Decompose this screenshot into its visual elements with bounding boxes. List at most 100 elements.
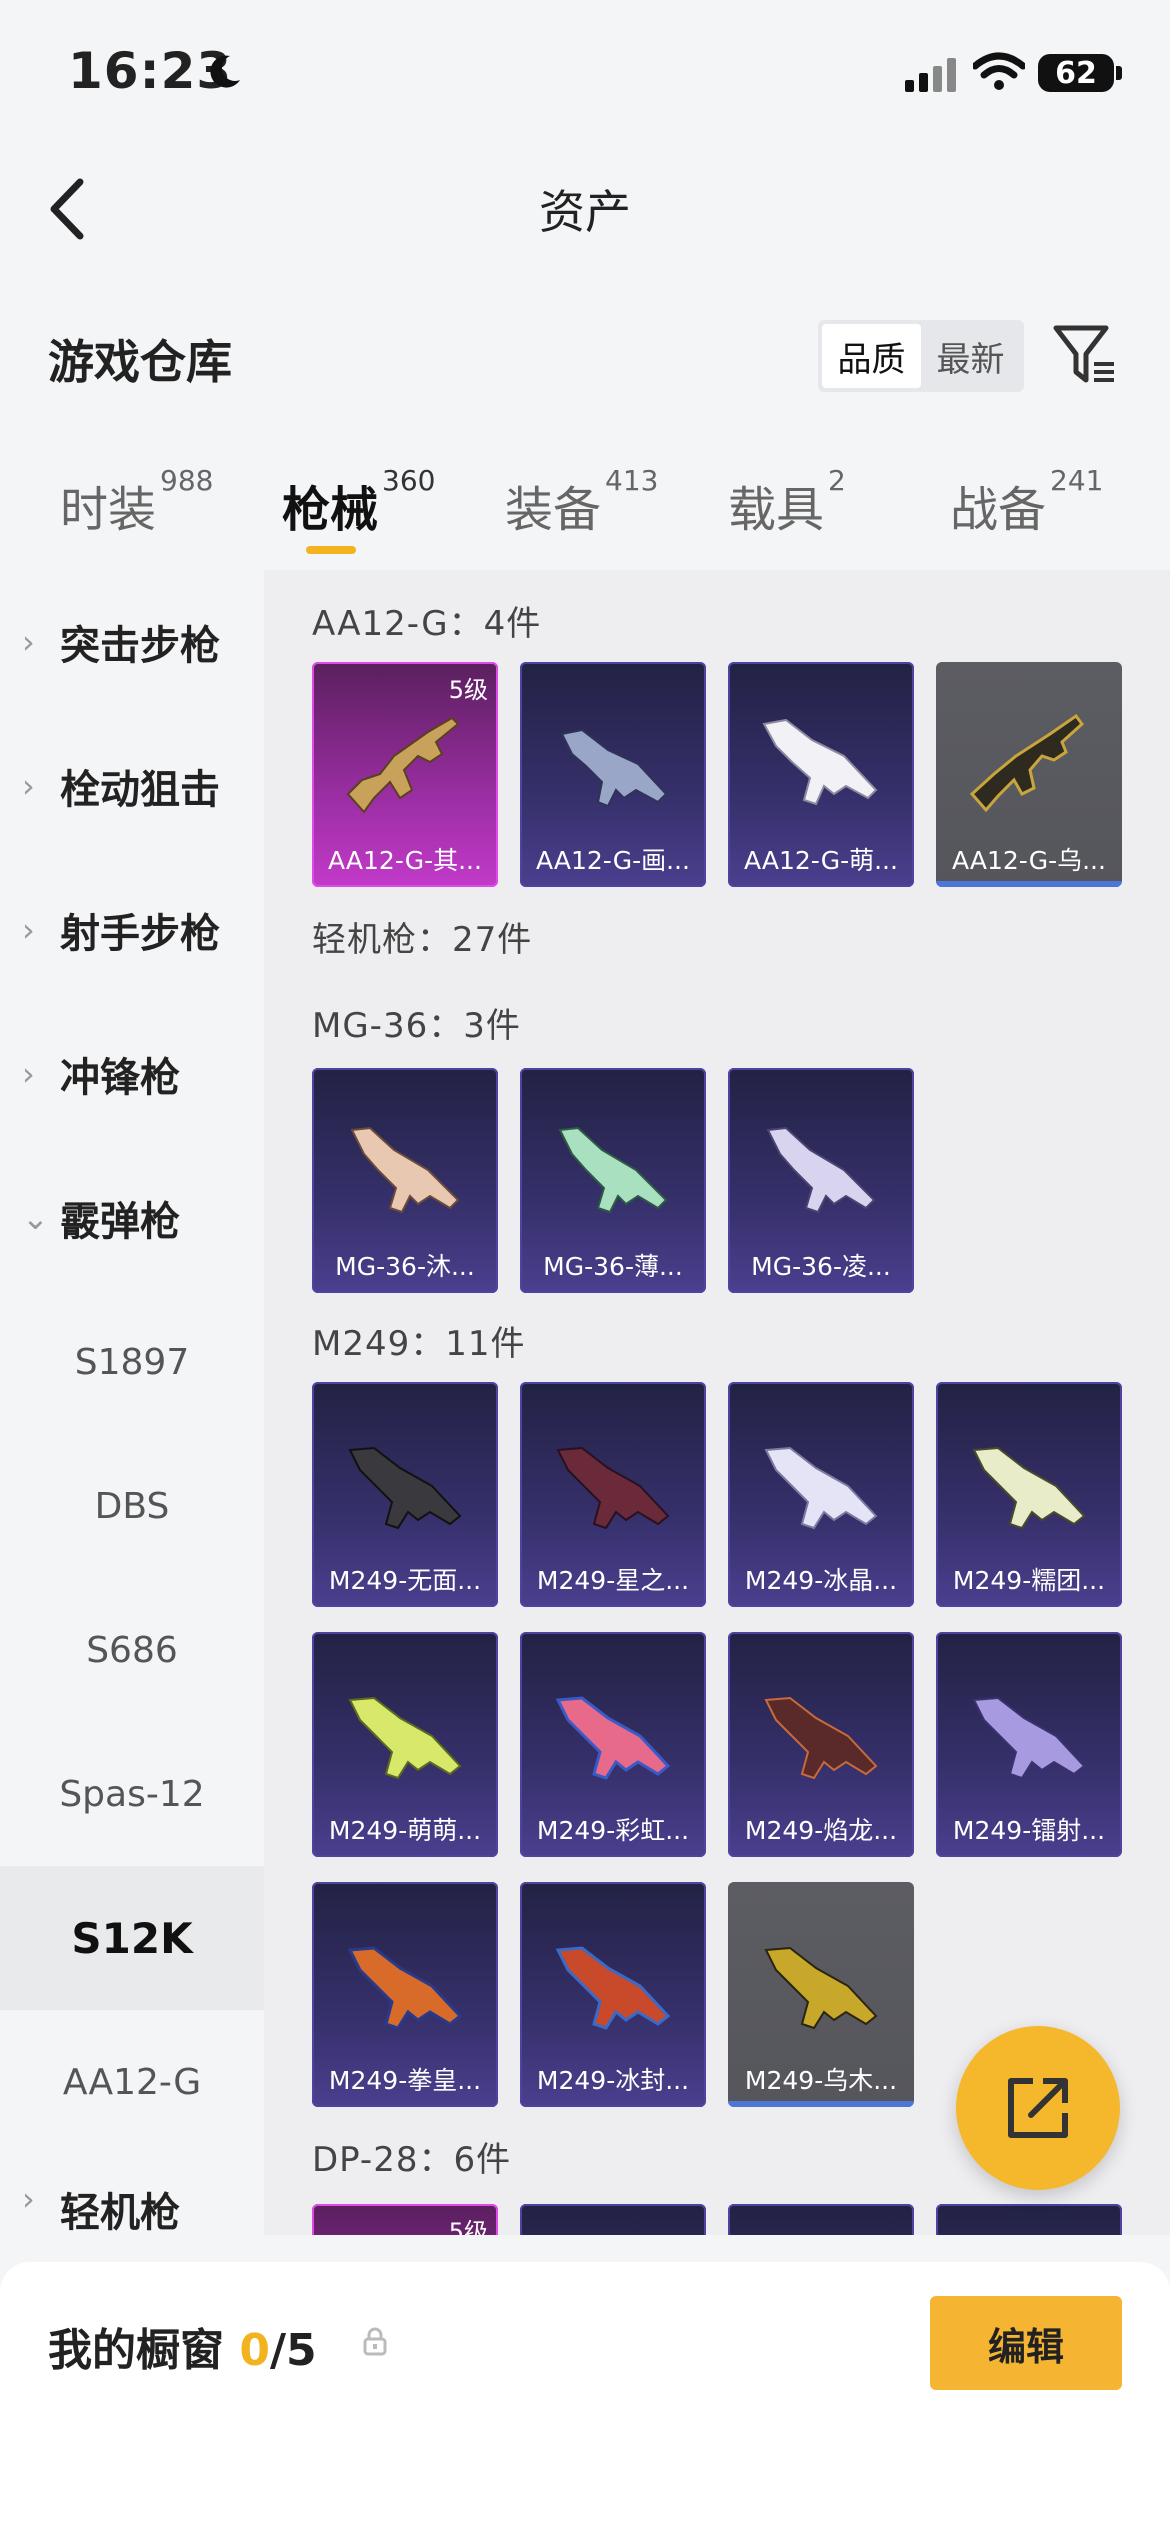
weapon-name: M249-焰龙...: [744, 1816, 898, 1845]
weapon-image: [766, 1126, 876, 1214]
tab-count: 988: [160, 464, 214, 497]
weapon-card[interactable]: M249-拳皇...: [312, 1882, 498, 2107]
tab-count: 2: [828, 464, 846, 497]
tab-weapons[interactable]: 枪械360: [282, 464, 435, 540]
sidebar-item-assault-rifle[interactable]: › 突击步枪: [0, 570, 264, 714]
tab-count: 413: [605, 464, 659, 497]
tab-label: 枪械: [282, 482, 379, 538]
weapon-card[interactable]: M249-无面...: [312, 1382, 498, 1607]
chevron-right-icon: ›: [22, 767, 35, 805]
weapon-name: M249-拳皇...: [328, 2066, 482, 2095]
sidebar-item-label: 突击步枪: [60, 623, 220, 669]
sidebar-subitem-aa12g[interactable]: AA12-G: [0, 2010, 264, 2154]
weapon-name: M249-星之...: [536, 1566, 690, 1595]
sort-toggle[interactable]: 品质 最新: [818, 320, 1024, 392]
share-icon: [1008, 2078, 1068, 2138]
tab-equipment[interactable]: 装备413: [505, 464, 658, 540]
tab-fashion[interactable]: 时装988: [60, 464, 213, 540]
chevron-right-icon: ›: [22, 623, 35, 661]
sidebar-item-bolt-sniper[interactable]: › 栓动狙击: [0, 714, 264, 858]
weapon-name: AA12-G-乌...: [952, 846, 1106, 875]
weapon-card[interactable]: MG-36-薄...: [520, 1068, 706, 1293]
showcase-label: 我的橱窗 0/5: [48, 2314, 317, 2378]
edit-button[interactable]: 编辑: [930, 2296, 1122, 2390]
group-header-aa12g: AA12-G：4件: [312, 604, 542, 644]
weapon-card[interactable]: AA12-G-萌...: [728, 662, 914, 887]
weapon-name: MG-36-凌...: [751, 1252, 891, 1281]
weapon-image: [764, 1696, 878, 1780]
tab-count: 241: [1050, 464, 1104, 497]
weapon-image: [560, 728, 668, 808]
battery-indicator: 62: [1038, 54, 1122, 92]
weapon-card[interactable]: M249-冰封...: [520, 1882, 706, 2107]
showcase-title: 我的橱窗: [48, 2325, 224, 2376]
sidebar-item-label: 冲锋枪: [60, 1055, 180, 1101]
sort-quality-button[interactable]: 品质: [822, 324, 921, 388]
chevron-right-icon: ›: [22, 2180, 35, 2218]
sidebar-subitem-dbs[interactable]: DBS: [0, 1434, 264, 1578]
wifi-icon: [973, 52, 1025, 90]
sidebar-item-label: 栓动狙击: [60, 767, 220, 813]
tab-count: 360: [382, 464, 436, 497]
filter-icon[interactable]: [1052, 322, 1118, 386]
weapon-card[interactable]: MG-36-凌...: [728, 1068, 914, 1293]
lock-icon: [363, 2327, 387, 2356]
weapon-card[interactable]: 5级: [312, 2204, 498, 2235]
chevron-right-icon: ›: [22, 1055, 35, 1093]
weapon-card[interactable]: AA12-G-画...: [520, 662, 706, 887]
group-header-m249: M249：11件: [312, 1324, 526, 1364]
sidebar-subitem-s686[interactable]: S686: [0, 1578, 264, 1722]
chevron-right-icon: ›: [22, 911, 35, 949]
weapon-image: [764, 1446, 878, 1530]
moon-icon: [210, 55, 240, 88]
weapon-card[interactable]: MG-36-沐...: [312, 1068, 498, 1293]
weapon-card[interactable]: M249-冰晶...: [728, 1382, 914, 1607]
weapon-card[interactable]: [728, 2204, 914, 2235]
tab-label: 载具: [728, 482, 825, 538]
weapon-name: M249-乌木...: [744, 2066, 898, 2095]
sidebar-subitem-s12k[interactable]: S12K: [0, 1866, 264, 2010]
weapon-image: [764, 1946, 878, 2030]
weapon-card[interactable]: [520, 2204, 706, 2235]
sort-latest-button[interactable]: 最新: [921, 324, 1020, 388]
group-header-lmg: 轻机枪：27件: [312, 920, 533, 960]
sidebar-item-lmg[interactable]: › 轻机枪: [0, 2154, 264, 2235]
weapon-card[interactable]: M249-星之...: [520, 1382, 706, 1607]
weapon-card[interactable]: M249-糯团...: [936, 1382, 1122, 1607]
weapon-card[interactable]: M249-焰龙...: [728, 1632, 914, 1857]
sidebar-item-smg[interactable]: › 冲锋枪: [0, 1002, 264, 1146]
category-sidebar: › 突击步枪 › 栓动狙击 › 射手步枪 › 冲锋枪 ⌄ 霰弹枪 S1897 DBS S6…: [0, 570, 264, 2235]
weapon-name: MG-36-薄...: [543, 1252, 683, 1281]
weapon-image: [555, 1696, 671, 1780]
share-button[interactable]: [956, 2026, 1120, 2190]
weapon-image: [555, 1946, 671, 2030]
weapon-image: [348, 1696, 462, 1780]
sidebar-subitem-s1897[interactable]: S1897: [0, 1290, 264, 1434]
weapon-card[interactable]: M249-萌萌...: [312, 1632, 498, 1857]
showcase-count-current: 0: [239, 2325, 270, 2376]
sidebar-item-marksman-rifle[interactable]: › 射手步枪: [0, 858, 264, 1002]
weapon-card[interactable]: M249-乌木...: [728, 1882, 914, 2107]
page-title: 资产: [539, 185, 631, 239]
level-badge: 5级: [448, 2218, 488, 2235]
weapon-card[interactable]: M249-彩虹...: [520, 1632, 706, 1857]
weapon-name: M249-冰封...: [536, 2066, 690, 2095]
weapon-card[interactable]: AA12-G-乌...: [936, 662, 1122, 887]
weapon-image: [762, 718, 878, 806]
weapon-name: AA12-G-画...: [536, 846, 690, 875]
weapon-card[interactable]: [936, 2204, 1122, 2235]
weapon-name: AA12-G-其...: [328, 846, 482, 875]
weapon-card[interactable]: M249-镭射...: [936, 1632, 1122, 1857]
tab-label: 装备: [505, 482, 602, 538]
tab-label: 时装: [60, 482, 157, 538]
sidebar-subitem-spas12[interactable]: Spas-12: [0, 1722, 264, 1866]
weapon-image: [350, 1126, 460, 1214]
sidebar-item-shotgun[interactable]: ⌄ 霰弹枪: [0, 1146, 264, 1290]
tab-vehicles[interactable]: 载具2: [728, 464, 846, 540]
tab-tactical[interactable]: 战备241: [950, 464, 1103, 540]
weapon-card[interactable]: 5级 AA12-G-其...: [312, 662, 498, 887]
weapon-name: AA12-G-萌...: [744, 846, 898, 875]
weapon-name: M249-镭射...: [952, 1816, 1106, 1845]
sidebar-item-label: 轻机枪: [60, 2190, 180, 2235]
weapon-name: MG-36-沐...: [335, 1252, 475, 1281]
